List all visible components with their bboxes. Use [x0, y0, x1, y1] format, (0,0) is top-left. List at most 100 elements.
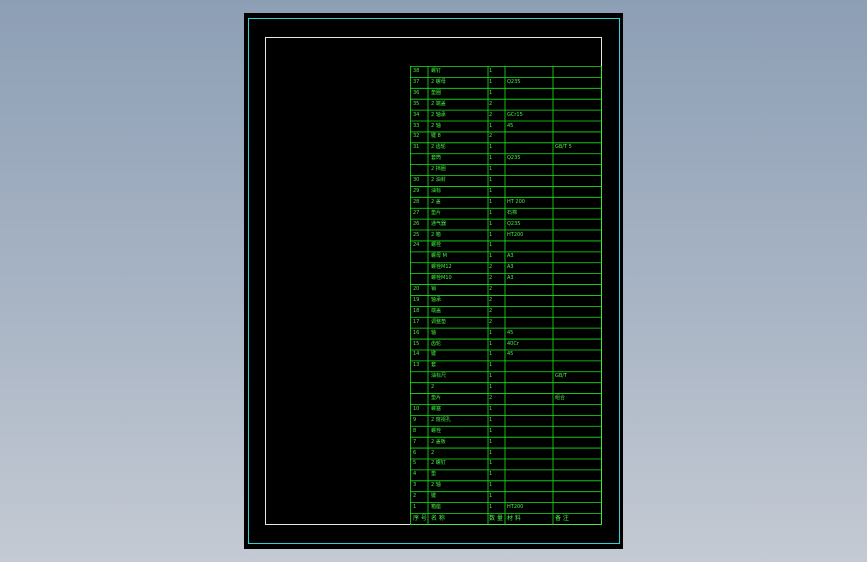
table-row: 32 键 8 2 — [410, 131, 602, 142]
table-row: 21 — [410, 382, 602, 393]
cell-qty: 1 — [489, 89, 493, 96]
cell-qty: 1 — [489, 340, 493, 347]
cell-name: 油标尺 — [431, 373, 447, 380]
table-row: 29 油标 1 — [410, 186, 602, 197]
cell-no: 31 — [413, 144, 420, 151]
cell-name: 2 端盖 — [431, 100, 446, 107]
header-no: 序 号 — [413, 515, 427, 522]
cell-qty: 1 — [489, 78, 493, 85]
cell-name: 套筒 — [431, 155, 442, 162]
header-qty: 数 量 — [489, 515, 503, 522]
cell-name: 销 — [431, 286, 437, 293]
table-row: 14 键 1 45 — [410, 349, 602, 360]
table-row: 27 垫片 1 石棉 — [410, 208, 602, 219]
cell-material: 45 — [507, 329, 514, 336]
cell-qty: 2 — [489, 100, 493, 107]
cell-qty: 2 — [489, 111, 493, 118]
cell-qty: 1 — [489, 438, 493, 445]
table-row: 38 螺钉 1 — [410, 66, 602, 77]
cell-name: 齿轮 — [431, 340, 442, 347]
cell-no: 1 — [413, 504, 417, 511]
cell-no: 34 — [413, 111, 420, 118]
cell-name: 套 — [431, 362, 437, 369]
cell-material: GCr15 — [507, 111, 523, 118]
cell-material: Q235 — [507, 155, 521, 162]
cell-material: 石棉 — [507, 209, 518, 216]
cell-name: 2 — [431, 449, 435, 456]
cell-no: 2 — [413, 493, 417, 500]
table-row: 13 套 1 — [410, 360, 602, 371]
cell-material: Q235 — [507, 220, 521, 227]
cell-qty: 1 — [489, 209, 493, 216]
table-row: 33 2 轴 1 45 — [410, 121, 602, 132]
cell-qty: 2 — [489, 296, 493, 303]
table-row: 2 键 1 — [410, 491, 602, 502]
header-note: 备 注 — [555, 515, 569, 522]
cell-qty: 1 — [489, 373, 493, 380]
cell-qty: 1 — [489, 493, 493, 500]
cell-note: GB/T — [555, 373, 568, 380]
cell-no: 27 — [413, 209, 420, 216]
cell-no: 35 — [413, 100, 420, 107]
cell-no: 26 — [413, 220, 420, 227]
cell-name: 2 轴承 — [431, 111, 446, 118]
cell-note: 组合 — [555, 395, 566, 402]
table-row: 垫片 2 组合 — [410, 393, 602, 404]
cell-no: 29 — [413, 187, 420, 194]
table-row: 25 2 箱 1 HT200 — [410, 230, 602, 241]
cell-name: 2 油封 — [431, 177, 446, 184]
cell-name: 轴 — [431, 329, 437, 336]
cell-name: 调整垫 — [431, 318, 447, 325]
cell-qty: 1 — [489, 144, 493, 151]
table-row: 28 2 盖 1 HT 200 — [410, 197, 602, 208]
cell-name: 螺钉 — [431, 68, 442, 74]
cell-qty: 1 — [489, 504, 493, 511]
cell-no: 33 — [413, 122, 420, 129]
cell-material: A3 — [507, 253, 514, 260]
cell-qty: 2 — [489, 133, 493, 140]
table-row: 34 2 轴承 2 GCr15 — [410, 110, 602, 121]
cell-no: 5 — [413, 460, 417, 467]
cell-no: 19 — [413, 296, 420, 303]
table-row: 36 垫圈 1 — [410, 88, 602, 99]
cell-name: 箱座 — [431, 504, 442, 511]
cell-name: 轴承 — [431, 296, 442, 303]
cell-no: 25 — [413, 231, 420, 238]
table-row: 螺母 M 1 A3 — [410, 251, 602, 262]
table-row: 16 轴 1 45 — [410, 328, 602, 339]
cell-name: 螺栓M10 — [431, 275, 452, 282]
cell-qty: 1 — [489, 351, 493, 358]
cell-qty: 1 — [489, 231, 493, 238]
cell-qty: 2 — [489, 395, 493, 402]
cell-name: 螺栓 — [431, 242, 442, 249]
cell-qty: 1 — [489, 242, 493, 249]
table-row: 35 2 端盖 2 — [410, 99, 602, 110]
table-row: 10 螺塞 1 — [410, 404, 602, 415]
table-row: 4 垫 1 — [410, 469, 602, 480]
cell-qty: 2 — [489, 307, 493, 314]
table-row: 5 2 螺钉 1 — [410, 458, 602, 469]
cell-qty: 1 — [489, 198, 493, 205]
cell-no: 37 — [413, 78, 420, 85]
cell-qty: 1 — [489, 482, 493, 489]
cell-no: 3 — [413, 482, 417, 489]
cell-name: 键 — [431, 493, 437, 500]
cell-material: A3 — [507, 264, 514, 271]
cell-qty: 2 — [489, 264, 493, 271]
cell-qty: 1 — [489, 155, 493, 162]
cell-qty: 1 — [489, 405, 493, 412]
table-row: 2 挡圈 1 — [410, 164, 602, 175]
cell-name: 通气器 — [431, 220, 447, 227]
cell-name: 2 轴 — [431, 482, 441, 489]
cell-no: 7 — [413, 438, 417, 445]
header-material: 材 料 — [507, 515, 521, 522]
cell-no: 13 — [413, 362, 420, 369]
cell-material: A3 — [507, 275, 514, 282]
cell-material: 40Cr — [507, 340, 519, 347]
cell-material: 45 — [507, 122, 514, 129]
cell-no: 30 — [413, 177, 420, 184]
table-row: 8 螺栓 1 — [410, 426, 602, 437]
cell-name: 键 8 — [431, 133, 441, 140]
header-name: 名 称 — [431, 515, 445, 522]
cell-name: 垫片 — [431, 395, 442, 402]
